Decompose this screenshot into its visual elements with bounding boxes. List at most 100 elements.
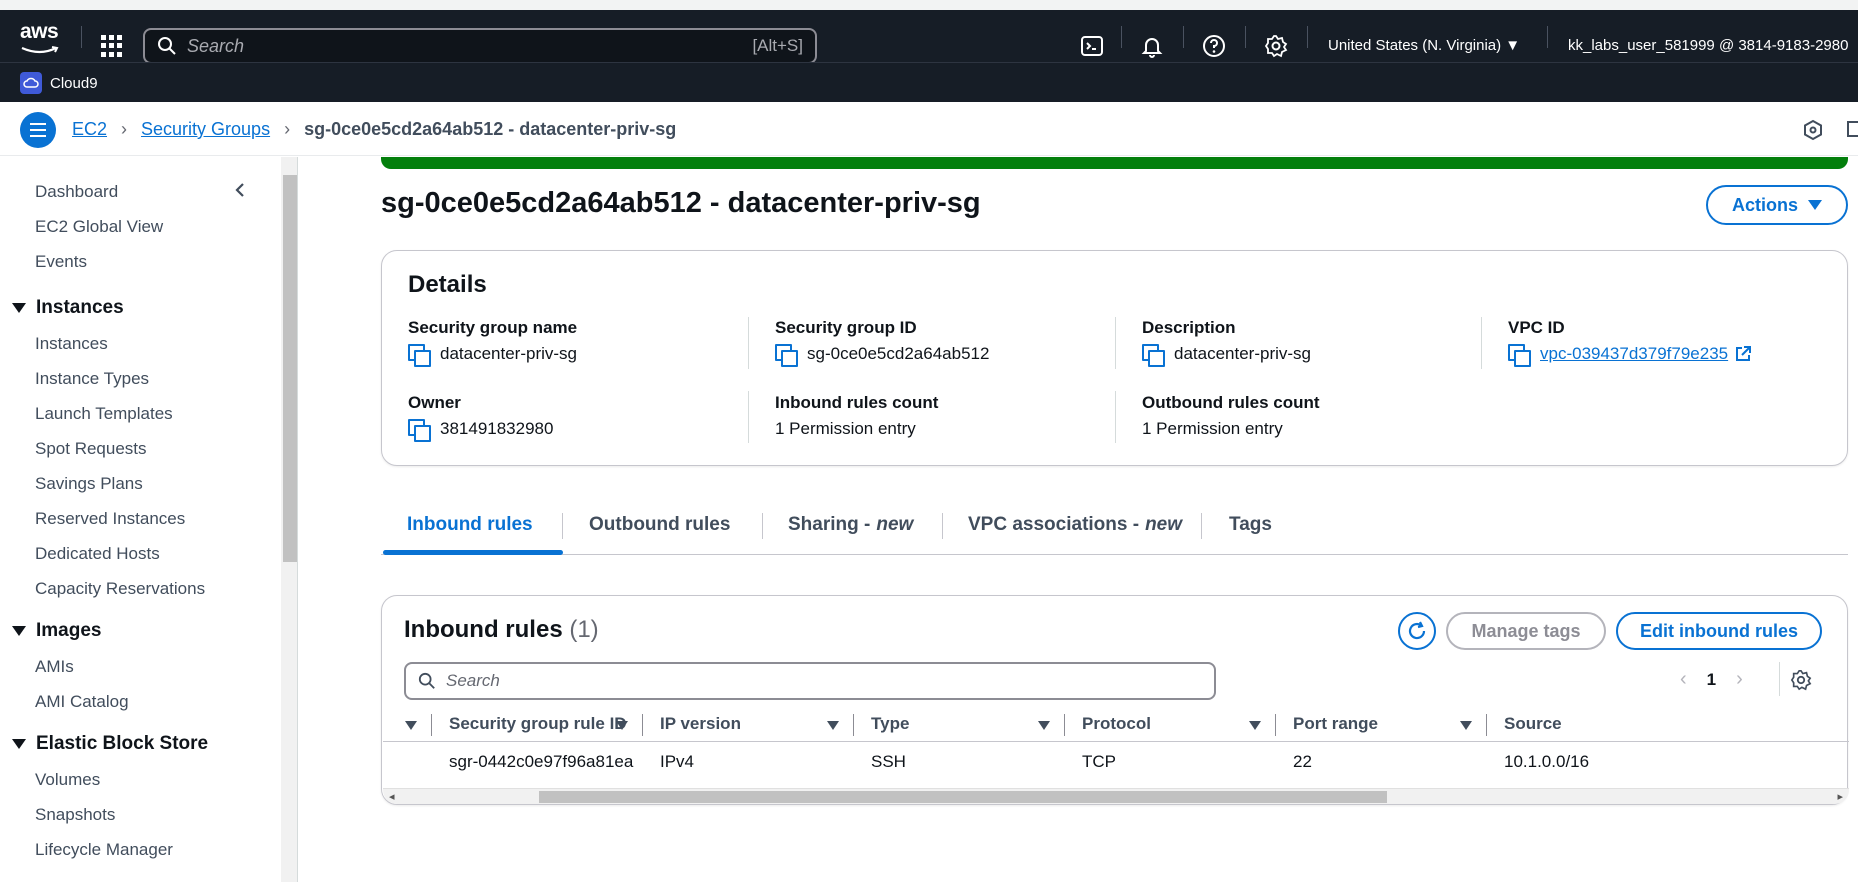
tab-outbound-rules[interactable]: Outbound rules — [589, 495, 730, 555]
help-icon[interactable] — [1202, 34, 1226, 58]
column-header-type[interactable]: Type — [871, 714, 909, 734]
column-header-port-range[interactable]: Port range — [1293, 714, 1378, 734]
sidebar-item-launch-templates[interactable]: Launch Templates — [35, 404, 173, 424]
caret-down-icon — [12, 626, 26, 636]
copy-icon[interactable] — [775, 344, 798, 367]
favorite-cloud9[interactable]: Cloud9 — [20, 72, 98, 94]
sort-icon[interactable] — [1460, 721, 1472, 730]
settings-gear-icon[interactable] — [1790, 669, 1812, 691]
cell-rule-id: sgr-0442c0e97f96a81ea — [449, 752, 634, 771]
tab-sharing[interactable]: Sharing - new — [788, 495, 913, 555]
sidebar-item-amis[interactable]: AMIs — [35, 657, 74, 677]
bell-icon[interactable] — [1140, 34, 1164, 58]
manage-tags-button[interactable]: Manage tags — [1446, 612, 1606, 650]
field-label: Owner — [408, 393, 461, 412]
tab-tags[interactable]: Tags — [1229, 495, 1272, 555]
sidebar-item-capacity-reservations[interactable]: Capacity Reservations — [35, 579, 205, 599]
field-sg-name: Security group name datacenter-priv-sg — [408, 318, 577, 367]
cloud9-label: Cloud9 — [50, 74, 98, 92]
sidebar-section-images[interactable]: Images — [12, 620, 101, 642]
actions-button[interactable]: Actions — [1706, 185, 1848, 225]
tab-inbound-rules[interactable]: Inbound rules — [407, 495, 533, 555]
copy-icon[interactable] — [408, 419, 431, 442]
copy-icon[interactable] — [408, 344, 431, 367]
hexagon-info-icon[interactable] — [1802, 119, 1824, 141]
sidebar-item-reserved-instances[interactable]: Reserved Instances — [35, 509, 185, 529]
copy-icon[interactable] — [1142, 344, 1165, 367]
column-divider — [1481, 317, 1482, 369]
column-header-protocol[interactable]: Protocol — [1082, 714, 1151, 734]
side-navigation: Dashboard EC2 Global View Events Instanc… — [0, 157, 281, 882]
column-resizer[interactable] — [853, 714, 854, 736]
column-header-rule-id[interactable]: Security group rule ID — [449, 714, 627, 734]
services-grid-icon[interactable] — [101, 35, 123, 57]
sidebar-scrollbar-thumb[interactable] — [283, 175, 297, 562]
scroll-right-icon[interactable]: ▸ — [1837, 790, 1843, 803]
sidebar-item-events[interactable]: Events — [35, 252, 87, 272]
sidebar-item-lifecycle-manager[interactable]: Lifecycle Manager — [35, 840, 173, 860]
edit-inbound-rules-button[interactable]: Edit inbound rules — [1616, 612, 1822, 650]
column-resizer[interactable] — [1275, 714, 1276, 736]
chevron-left-icon[interactable]: ‹ — [1680, 668, 1687, 691]
field-description: Description datacenter-priv-sg — [1142, 318, 1312, 367]
success-flashbar — [381, 157, 1848, 169]
breadcrumb-ec2[interactable]: EC2 — [72, 119, 107, 140]
table-horizontal-scrollbar[interactable]: ◂ ▸ — [383, 788, 1849, 804]
column-divider — [1115, 391, 1116, 443]
global-search-input[interactable]: Search [Alt+S] — [143, 28, 817, 64]
sidebar-item-savings-plans[interactable]: Savings Plans — [35, 474, 143, 494]
aws-smile-icon — [21, 46, 59, 54]
nav-divider — [1547, 26, 1548, 48]
current-page[interactable]: 1 — [1707, 670, 1716, 690]
field-outbound-count: Outbound rules count 1 Permission entry — [1142, 393, 1320, 439]
horizontal-scrollbar-thumb[interactable] — [539, 791, 1387, 803]
column-resizer[interactable] — [642, 714, 643, 736]
gear-icon[interactable] — [1264, 34, 1288, 58]
page-title: sg-0ce0e5cd2a64ab512 - datacenter-priv-s… — [381, 187, 981, 219]
field-value: 1 Permission entry — [775, 419, 916, 438]
sidebar-item-spot-requests[interactable]: Spot Requests — [35, 439, 147, 459]
sort-icon[interactable] — [616, 721, 628, 730]
account-menu[interactable]: kk_labs_user_581999 @ 3814-9183-2980 — [1568, 37, 1848, 54]
copy-icon[interactable] — [1508, 344, 1531, 367]
sidebar-item-global-view[interactable]: EC2 Global View — [35, 217, 163, 237]
sidebar-item-instances[interactable]: Instances — [35, 334, 108, 354]
region-selector[interactable]: United States (N. Virginia) ▼ — [1328, 37, 1520, 54]
external-link-icon[interactable] — [1734, 345, 1752, 363]
refresh-button[interactable] — [1398, 612, 1436, 650]
column-header-ip-version[interactable]: IP version — [660, 714, 741, 734]
column-resizer[interactable] — [1064, 714, 1065, 736]
scroll-left-icon[interactable]: ◂ — [389, 790, 395, 803]
sort-icon[interactable] — [1249, 721, 1261, 730]
panel-icon[interactable] — [1846, 119, 1858, 141]
sidebar-item-snapshots[interactable]: Snapshots — [35, 805, 115, 825]
field-value: datacenter-priv-sg — [1174, 344, 1312, 363]
sidebar-item-instance-types[interactable]: Instance Types — [35, 369, 149, 389]
field-label: VPC ID — [1508, 318, 1565, 337]
cloudshell-icon[interactable] — [1080, 34, 1104, 58]
sidebar-section-ebs[interactable]: Elastic Block Store — [12, 733, 208, 755]
sidebar-item-ami-catalog[interactable]: AMI Catalog — [35, 692, 129, 712]
rules-search-input[interactable]: Search — [404, 662, 1216, 700]
breadcrumb-current: sg-0ce0e5cd2a64ab512 - datacenter-priv-s… — [304, 119, 677, 139]
new-badge: new — [1145, 514, 1183, 535]
column-resizer[interactable] — [431, 714, 432, 736]
vpc-id-link[interactable]: vpc-039437d379f79e235 — [1540, 344, 1728, 364]
chevron-right-icon[interactable]: › — [1736, 668, 1743, 691]
sidebar-section-instances[interactable]: Instances — [12, 297, 124, 319]
sidebar-item-dedicated-hosts[interactable]: Dedicated Hosts — [35, 544, 160, 564]
breadcrumb-security-groups[interactable]: Security Groups — [141, 119, 270, 140]
sort-icon[interactable] — [827, 721, 839, 730]
aws-logo[interactable]: aws — [20, 21, 64, 54]
sidebar-item-volumes[interactable]: Volumes — [35, 770, 100, 790]
select-all-sort-icon[interactable] — [405, 721, 417, 730]
section-title: Images — [36, 620, 102, 641]
column-header-source[interactable]: Source — [1504, 714, 1562, 734]
tab-vpc-associations[interactable]: VPC associations - new — [968, 495, 1182, 555]
nav-divider — [1245, 26, 1246, 48]
sort-icon[interactable] — [1038, 721, 1050, 730]
column-resizer[interactable] — [1486, 714, 1487, 736]
chevron-left-icon[interactable] — [232, 182, 248, 198]
side-nav-toggle-button[interactable] — [20, 112, 56, 148]
sidebar-item-dashboard[interactable]: Dashboard — [35, 182, 118, 202]
